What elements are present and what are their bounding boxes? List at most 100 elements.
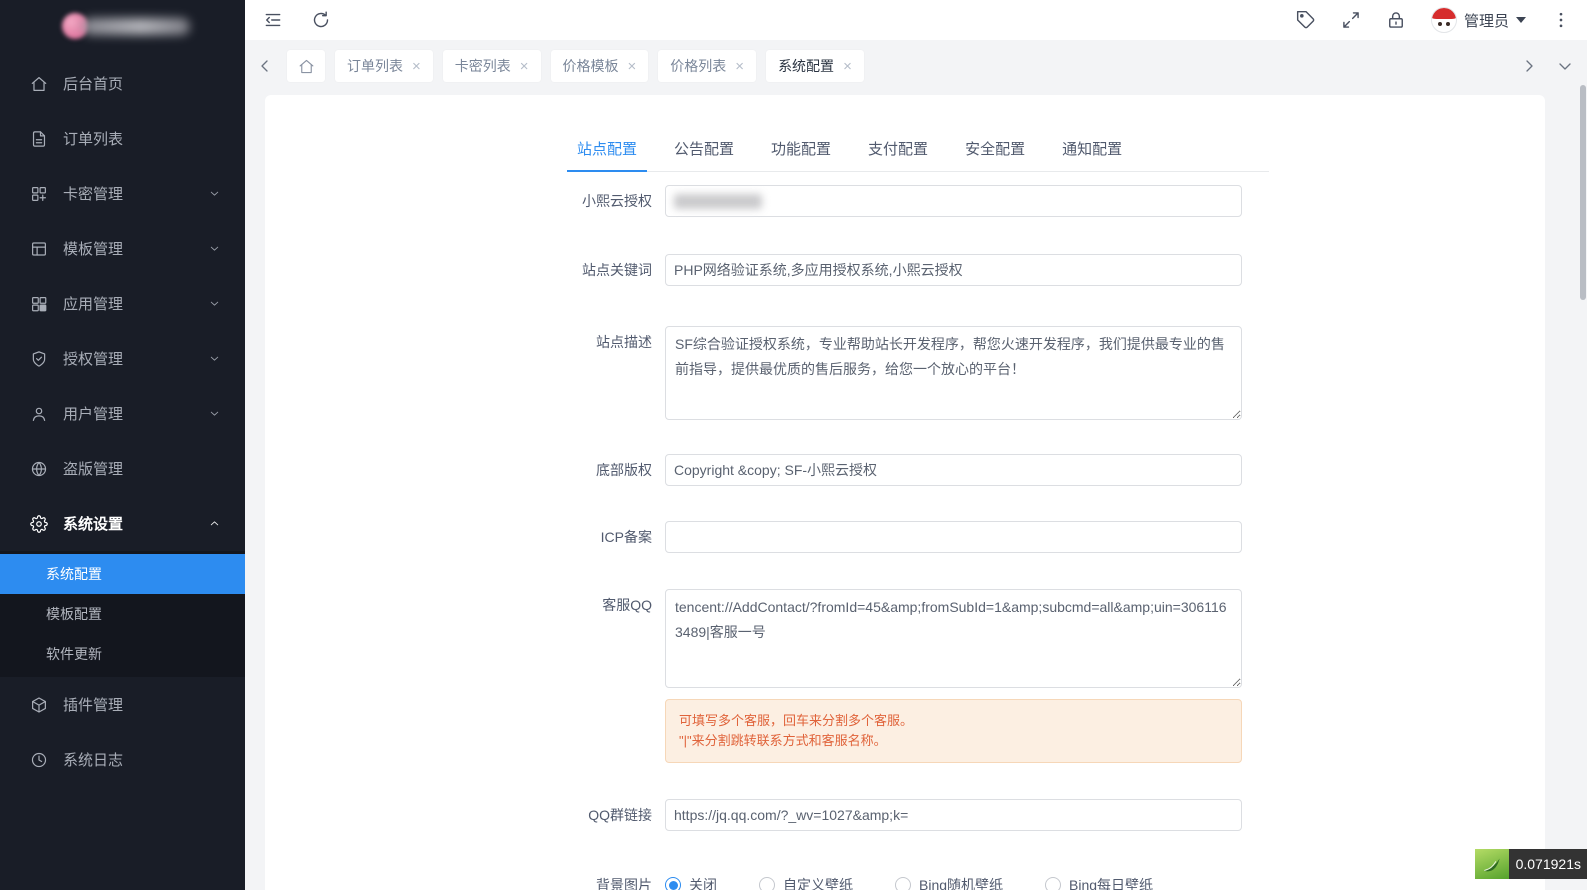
app-grid-icon [30, 295, 48, 313]
tab-security-config[interactable]: 安全配置 [955, 138, 1035, 171]
tab-card-key-list[interactable]: 卡密列表 × [443, 50, 541, 82]
copyright-input[interactable] [665, 454, 1242, 486]
tab-home[interactable] [287, 50, 325, 82]
form-row-license: 小熙云授权 [567, 185, 1269, 217]
tab-site-config[interactable]: 站点配置 [567, 138, 647, 171]
tab-label: 价格模板 [563, 56, 619, 76]
sidebar-item-users[interactable]: 用户管理 [0, 386, 245, 441]
field-label: 客服QQ [567, 589, 665, 621]
sidebar-item-apps[interactable]: 应用管理 [0, 276, 245, 331]
chevron-down-icon [208, 352, 221, 365]
radio-option-bing-daily[interactable]: Bing每日壁纸 [1045, 875, 1153, 890]
gear-icon [30, 515, 48, 533]
tab-order-list[interactable]: 订单列表 × [335, 50, 433, 82]
description-textarea[interactable]: SF综合验证授权系统，专业帮助站长开发程序，帮您火速开发程序，我们提供最专业的售… [665, 326, 1242, 420]
sidebar-item-label: 系统设置 [63, 513, 123, 534]
tab-price-list[interactable]: 价格列表 × [658, 50, 756, 82]
form-row-description: 站点描述 SF综合验证授权系统，专业帮助站长开发程序，帮您火速开发程序，我们提供… [567, 326, 1269, 425]
tabs-scroll-right-icon[interactable] [1521, 58, 1537, 74]
chevron-down-icon [208, 407, 221, 420]
admin-page: 后台首页 订单列表 卡密管理 模板管理 应用管理 [0, 0, 1587, 890]
clock-icon [30, 751, 48, 769]
refresh-icon[interactable] [311, 10, 331, 30]
radio-option-custom-wallpaper[interactable]: 自定义壁纸 [759, 875, 853, 890]
sidebar-item-plugins[interactable]: 插件管理 [0, 677, 245, 732]
tabs-right-controls [1521, 40, 1573, 92]
radio-label: 关闭 [689, 875, 717, 890]
user-menu[interactable]: 管理员 [1431, 7, 1526, 33]
tab-notification-config[interactable]: 通知配置 [1052, 138, 1132, 171]
debug-toolbar[interactable]: 0.071921s [1475, 849, 1587, 879]
home-icon [30, 75, 48, 93]
tab-label: 系统配置 [778, 56, 834, 76]
radio-checked-icon [665, 877, 681, 890]
sidebar-item-orders[interactable]: 订单列表 [0, 111, 245, 166]
close-icon[interactable]: × [843, 59, 852, 74]
content-card: 站点配置 公告配置 功能配置 支付配置 安全配置 通知配置 小熙云授权 站点关键… [265, 95, 1545, 890]
background-radio-group: 关闭 自定义壁纸 Bing随机壁纸 Bing每日壁纸 [665, 869, 1242, 890]
tab-announcement-config[interactable]: 公告配置 [664, 138, 744, 171]
tabs-scroll-left-icon[interactable] [257, 58, 273, 74]
form-row-service-qq: 客服QQ tencent://AddContact/?fromId=45&amp… [567, 589, 1269, 763]
service-qq-textarea[interactable]: tencent://AddContact/?fromId=45&amp;from… [665, 589, 1242, 688]
close-icon[interactable]: × [628, 59, 637, 74]
keywords-input[interactable] [665, 254, 1242, 286]
form-row-icp: ICP备案 [567, 521, 1269, 553]
icp-input[interactable] [665, 521, 1242, 553]
sidebar-item-system-settings[interactable]: 系统设置 [0, 496, 245, 551]
sidebar-item-label: 插件管理 [63, 694, 123, 715]
close-icon[interactable]: × [412, 59, 421, 74]
tag-icon[interactable] [1296, 10, 1316, 30]
sidebar-subitem-label: 软件更新 [46, 644, 102, 664]
tab-system-config[interactable]: 系统配置 × [766, 50, 864, 82]
sidebar-subitem-software-update[interactable]: 软件更新 [0, 634, 245, 674]
sidebar-item-dashboard[interactable]: 后台首页 [0, 56, 245, 111]
sidebar-subitem-system-config[interactable]: 系统配置 [0, 554, 245, 594]
sidebar-submenu-system: 系统配置 模板配置 软件更新 [0, 551, 245, 677]
radio-label: Bing随机壁纸 [919, 875, 1003, 890]
sidebar-item-licenses[interactable]: 授权管理 [0, 331, 245, 386]
tabs-dropdown-icon[interactable] [1557, 58, 1573, 74]
radio-option-close[interactable]: 关闭 [665, 875, 717, 890]
license-input[interactable] [665, 185, 1242, 217]
sidebar-subitem-template-config[interactable]: 模板配置 [0, 594, 245, 634]
qq-group-input[interactable] [665, 799, 1242, 831]
tab-label: 卡密列表 [455, 56, 511, 76]
collapse-sidebar-icon[interactable] [263, 10, 283, 30]
tab-feature-config[interactable]: 功能配置 [761, 138, 841, 171]
field-label: 站点关键词 [567, 254, 665, 286]
sidebar-item-label: 订单列表 [63, 128, 123, 149]
redacted-value [674, 194, 762, 209]
tab-label: 价格列表 [670, 56, 726, 76]
sidebar-item-templates[interactable]: 模板管理 [0, 221, 245, 276]
sidebar-item-label: 应用管理 [63, 293, 123, 314]
tab-label: 订单列表 [347, 56, 403, 76]
user-icon [30, 405, 48, 423]
tab-payment-config[interactable]: 支付配置 [858, 138, 938, 171]
hint-line: 可填写多个客服，回车来分割多个客服。 [679, 711, 1228, 731]
close-icon[interactable]: × [520, 59, 529, 74]
field-label: 站点描述 [567, 326, 665, 358]
sidebar-item-label: 授权管理 [63, 348, 123, 369]
shield-check-icon [30, 350, 48, 368]
radio-icon [895, 877, 911, 890]
service-qq-hint: 可填写多个客服，回车来分割多个客服。 "|"来分割跳转联系方式和客服名称。 [665, 699, 1242, 763]
close-icon[interactable]: × [735, 59, 744, 74]
template-icon [30, 240, 48, 258]
chevron-down-icon [208, 297, 221, 310]
tab-price-template[interactable]: 价格模板 × [551, 50, 649, 82]
header-actions: 管理员 [1296, 7, 1571, 33]
radio-option-bing-random[interactable]: Bing随机壁纸 [895, 875, 1003, 890]
fullscreen-icon[interactable] [1341, 10, 1361, 30]
sidebar: 后台首页 订单列表 卡密管理 模板管理 应用管理 [0, 0, 245, 890]
sidebar-item-logs[interactable]: 系统日志 [0, 732, 245, 787]
kebab-menu-icon[interactable] [1551, 10, 1571, 30]
lock-icon[interactable] [1386, 10, 1406, 30]
sidebar-item-card-keys[interactable]: 卡密管理 [0, 166, 245, 221]
vertical-scrollbar[interactable] [1580, 85, 1586, 300]
field-label: 小熙云授权 [567, 185, 665, 217]
radio-icon [1045, 877, 1061, 890]
sidebar-subitem-label: 系统配置 [46, 564, 102, 584]
sidebar-item-piracy[interactable]: 盗版管理 [0, 441, 245, 496]
sidebar-subitem-label: 模板配置 [46, 604, 102, 624]
